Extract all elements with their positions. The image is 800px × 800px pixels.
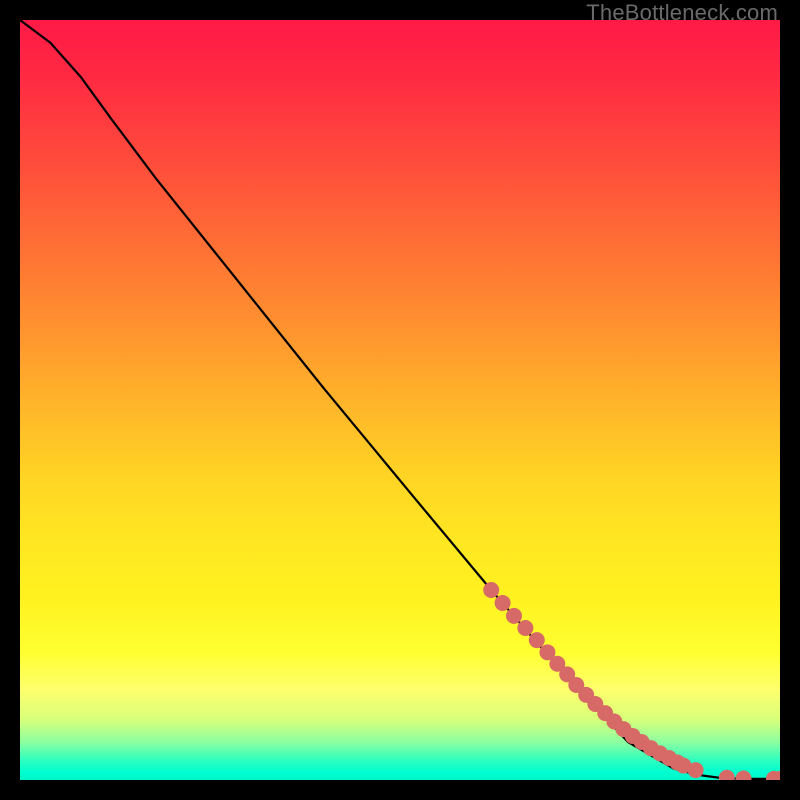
- data-point: [529, 632, 545, 648]
- data-point: [719, 770, 735, 780]
- data-point: [495, 595, 511, 611]
- data-point: [736, 771, 752, 781]
- chart-svg: [20, 20, 780, 780]
- series-curve: [20, 20, 780, 779]
- data-point: [688, 762, 704, 778]
- data-point: [506, 608, 522, 624]
- chart-frame: TheBottleneck.com: [0, 0, 800, 800]
- series-points: [483, 582, 780, 780]
- data-point: [483, 582, 499, 598]
- plot-area: [20, 20, 780, 780]
- data-point: [517, 620, 533, 636]
